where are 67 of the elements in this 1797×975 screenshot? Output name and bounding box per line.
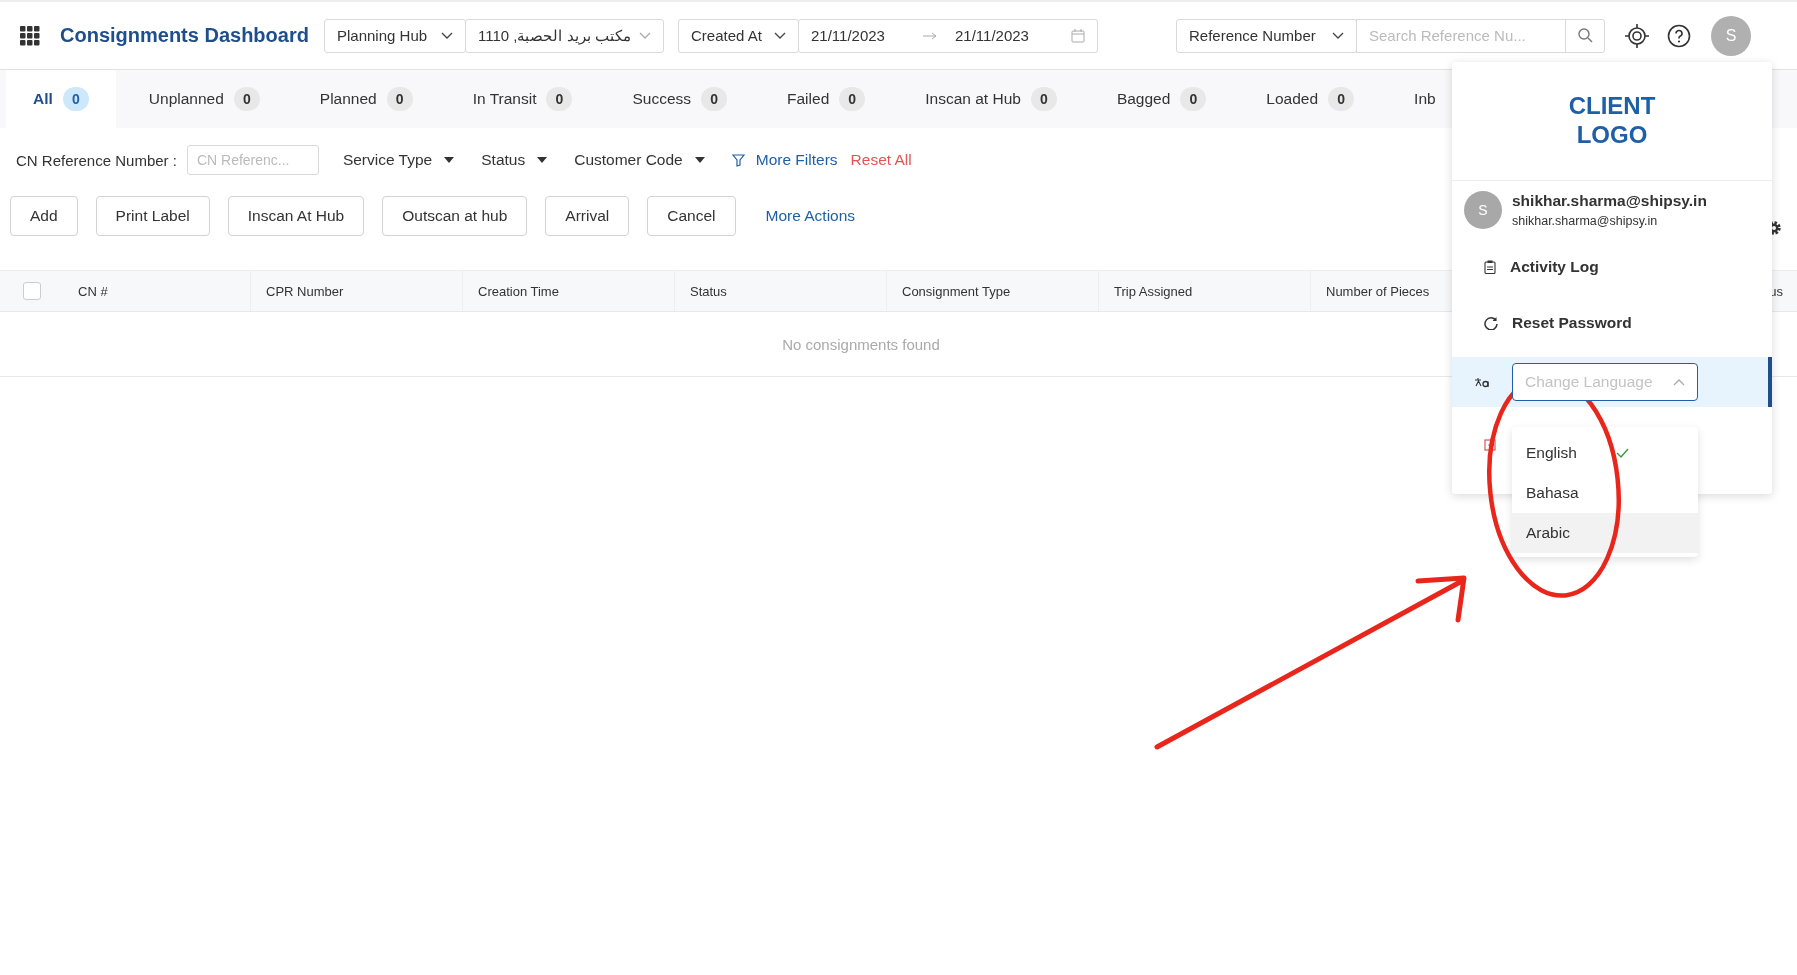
apps-grid-icon[interactable] [20,25,40,46]
user-name: shikhar.sharma@shipsy.in [1512,192,1707,210]
status-tab[interactable]: Success 0 [605,70,755,128]
search-field[interactable]: Search Reference Nu... [1356,18,1566,53]
more-actions-link[interactable]: More Actions [765,207,856,225]
date-field-select[interactable]: Created At [678,18,799,53]
status-tab[interactable]: All 0 [6,70,116,128]
status-tab[interactable]: Planned 0 [292,70,440,128]
status-tab[interactable]: Failed 0 [760,70,893,128]
filter-dropdown[interactable]: Service Type [342,151,455,169]
count-badge: 0 [839,87,866,111]
filter-dropdown[interactable]: Customer Code [574,151,705,169]
search-button[interactable] [1565,18,1605,53]
status-tab[interactable]: Inscan at Hub 0 [898,70,1084,128]
user-avatar: S [1464,191,1502,229]
count-badge: 0 [233,87,260,111]
refresh-icon [1484,316,1498,330]
translate-icon [1474,376,1490,388]
status-tab[interactable]: Loaded 0 [1239,70,1382,128]
user-email: shikhar.sharma@shipsy.in [1512,214,1659,228]
count-badge: 0 [1030,87,1057,111]
client-logo: CLIENT LOGO [1452,62,1772,181]
action-button[interactable]: Add [10,196,78,236]
column-header: CN # [77,282,109,301]
language-option[interactable]: Arabic [1512,513,1698,553]
count-badge: 0 [62,87,89,111]
filter-icon[interactable] [731,153,745,167]
more-filters-link[interactable]: More Filters [755,151,838,169]
language-option[interactable]: English [1512,433,1698,473]
count-badge: 0 [1328,87,1355,111]
reset-all-link[interactable]: Reset All [850,151,912,169]
status-tab[interactable]: In Transit 0 [445,70,600,128]
action-button[interactable]: Cancel [647,196,736,236]
filter-dropdown[interactable]: Status [481,151,548,169]
action-button[interactable]: Print Label [95,196,210,236]
arrow-icon [923,31,937,40]
column-header: Consignment Type [886,271,1098,311]
column-header: Trip Assigned [1098,271,1310,311]
clipboard-icon [1484,260,1496,274]
page-title: Consignments Dashboard [60,24,310,47]
action-button[interactable]: Inscan At Hub [227,196,365,236]
status-tab[interactable]: Bagged 0 [1089,70,1234,128]
date-range-field[interactable]: 21/11/2023 21/11/2023 [798,18,1098,53]
language-option[interactable]: Bahasa [1512,473,1698,513]
search-icon [1577,28,1593,43]
count-badge: 0 [701,87,728,111]
column-header: Status [674,271,886,311]
filter-label: CN Reference Number : [16,151,177,169]
count-badge: 0 [386,87,413,111]
column-header: Creation Time [462,271,674,311]
action-button[interactable]: Arrival [545,196,630,236]
help-icon[interactable] [1667,23,1691,48]
status-tab[interactable]: Unplanned 0 [121,70,287,128]
column-header: CPR Number [250,271,462,311]
caret-icon [694,157,705,163]
cn-reference-field[interactable]: CN Referenc... [186,145,319,175]
count-badge: 0 [1180,87,1207,111]
target-icon[interactable] [1625,23,1649,48]
action-button[interactable]: Outscan at hub [382,196,528,236]
logout-icon[interactable] [1484,439,1496,451]
hub-type-select[interactable]: Planning Hub [324,18,466,53]
empty-message: No consignments found [782,335,940,353]
count-badge: 0 [546,87,573,111]
caret-icon [537,157,548,163]
select-all-checkbox[interactable] [22,282,41,300]
caret-icon [444,157,455,163]
hub-select[interactable]: مكتب بريد الحصبة, 1110 [465,18,664,53]
